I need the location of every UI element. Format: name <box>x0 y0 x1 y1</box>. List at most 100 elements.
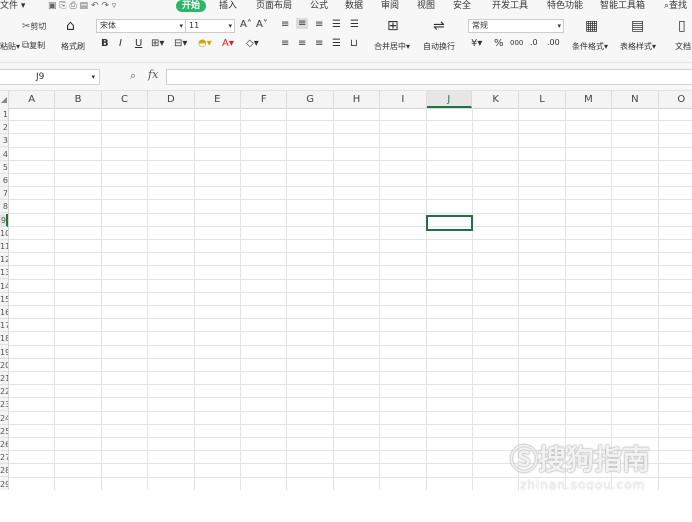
align-middle-icon[interactable]: ≡ <box>296 18 309 29</box>
undo-icon[interactable]: ↶ <box>91 1 99 11</box>
tab-smart-toolbox[interactable]: 智能工具箱 <box>600 0 645 12</box>
row-header-3[interactable]: 3 <box>0 134 8 148</box>
chevron-down-icon[interactable]: ▾ <box>91 70 95 84</box>
redo-icon[interactable]: ↷ <box>101 1 109 11</box>
row-header-19[interactable]: 19 <box>0 346 8 359</box>
copy-button[interactable]: ⧉复制 <box>22 40 45 51</box>
align-left-icon[interactable]: ≡ <box>281 38 289 49</box>
row-header-2[interactable]: 2 <box>0 121 8 135</box>
document-button[interactable]: 文档 <box>675 41 691 52</box>
function-icon[interactable]: fx <box>148 68 158 81</box>
format-painter-label[interactable]: 格式刷 <box>61 41 85 52</box>
row-header-28[interactable]: 28 <box>0 464 8 478</box>
italic-button[interactable]: I <box>119 38 122 49</box>
document-icon[interactable]: ▯ <box>678 18 686 34</box>
wrap-text-icon[interactable]: ⇌ <box>433 18 445 34</box>
conditional-format-button[interactable]: 条件格式▾ <box>572 41 608 52</box>
tab-formulas[interactable]: 公式 <box>310 0 328 12</box>
row-header-17[interactable]: 17 <box>0 319 8 333</box>
column-header-I[interactable]: I <box>380 91 427 108</box>
row-header-26[interactable]: 26 <box>0 438 8 451</box>
sheet-grid[interactable] <box>9 108 692 490</box>
align-bottom-icon[interactable]: ≡ <box>315 19 323 30</box>
underline-button[interactable]: U <box>135 38 142 49</box>
bold-button[interactable]: B <box>101 38 109 49</box>
align-top-icon[interactable]: ≡ <box>281 19 289 30</box>
selected-cell[interactable] <box>425 214 473 231</box>
column-header-L[interactable]: L <box>519 91 566 108</box>
column-header-H[interactable]: H <box>334 91 381 108</box>
column-header-B[interactable]: B <box>55 91 102 108</box>
indent-decrease-icon[interactable]: ☰ <box>332 19 341 30</box>
merge-center-icon[interactable]: ⊞ <box>387 18 399 34</box>
column-header-M[interactable]: M <box>566 91 613 108</box>
paste-button[interactable]: 粘贴▾ <box>0 41 20 52</box>
row-header-23[interactable]: 23 <box>0 398 8 412</box>
number-format-select[interactable]: 常规 ▾ <box>468 19 564 33</box>
fill-color-icon[interactable]: ◓▾ <box>198 38 212 49</box>
row-header-6[interactable]: 6 <box>0 174 8 187</box>
tab-data[interactable]: 数据 <box>345 0 363 12</box>
justify-icon[interactable]: ☰ <box>332 38 341 49</box>
decrease-decimal-icon[interactable]: .00 <box>547 38 560 47</box>
row-header-1[interactable]: 1 <box>0 108 8 121</box>
row-header-24[interactable]: 24 <box>0 412 8 425</box>
customize-icon[interactable]: ▿ <box>112 1 117 11</box>
tab-security[interactable]: 安全 <box>453 0 471 12</box>
row-header-29[interactable]: 29 <box>0 478 8 490</box>
search-button[interactable]: ⌕查找 <box>664 0 687 12</box>
currency-icon[interactable]: ¥▾ <box>471 38 482 49</box>
row-header-7[interactable]: 7 <box>0 187 8 201</box>
thousands-button[interactable]: 000 <box>510 39 523 47</box>
row-header-16[interactable]: 16 <box>0 306 8 319</box>
distributed-icon[interactable]: ⊔ <box>350 38 358 49</box>
decrease-font-icon[interactable]: A˅ <box>256 19 268 30</box>
column-header-A[interactable]: A <box>9 91 56 108</box>
cell-style-icon[interactable]: ⊟▾ <box>174 38 187 49</box>
column-header-G[interactable]: G <box>287 91 334 108</box>
increase-decimal-icon[interactable]: .0 <box>530 38 538 47</box>
name-box[interactable]: J9 ▾ <box>0 69 100 85</box>
zoom-lookup-icon[interactable]: ⌕ <box>130 69 136 83</box>
column-header-K[interactable]: K <box>473 91 520 108</box>
row-header-20[interactable]: 20 <box>0 359 8 372</box>
merge-center-button[interactable]: 合并居中▾ <box>374 41 410 52</box>
format-painter-icon[interactable]: ⌂ <box>66 18 75 34</box>
row-header-8[interactable]: 8 <box>0 200 8 214</box>
select-all-corner[interactable]: ◢ <box>0 91 9 108</box>
column-header-F[interactable]: F <box>241 91 288 108</box>
column-header-D[interactable]: D <box>148 91 195 108</box>
row-header-21[interactable]: 21 <box>0 372 8 385</box>
tab-developer[interactable]: 开发工具 <box>492 0 528 12</box>
align-center-icon[interactable]: ≡ <box>298 38 306 49</box>
row-header-18[interactable]: 18 <box>0 332 8 346</box>
tab-page-layout[interactable]: 页面布局 <box>256 0 292 12</box>
font-name-select[interactable]: 宋体 ▾ <box>96 19 186 33</box>
row-header-22[interactable]: 22 <box>0 385 8 399</box>
table-style-button[interactable]: 表格样式▾ <box>620 41 656 52</box>
clear-format-icon[interactable]: ◇▾ <box>246 38 259 49</box>
increase-font-icon[interactable]: A˄ <box>240 19 252 30</box>
cut-button[interactable]: ✂剪切 <box>22 21 46 32</box>
row-header-12[interactable]: 12 <box>0 253 8 267</box>
tab-features[interactable]: 特色功能 <box>547 0 583 12</box>
tab-insert[interactable]: 插入 <box>219 0 237 12</box>
row-header-25[interactable]: 25 <box>0 425 8 438</box>
align-right-icon[interactable]: ≡ <box>315 38 323 49</box>
save-icon[interactable]: ▣ <box>48 1 57 11</box>
tab-home[interactable]: 开始 <box>176 0 207 12</box>
column-header-N[interactable]: N <box>612 91 659 108</box>
font-size-select[interactable]: 11 ▾ <box>185 19 235 33</box>
column-header-C[interactable]: C <box>102 91 149 108</box>
row-header-4[interactable]: 4 <box>0 148 8 161</box>
formula-input[interactable] <box>166 69 692 85</box>
column-header-J[interactable]: J <box>426 91 472 108</box>
border-icon[interactable]: ⊞▾ <box>151 38 164 49</box>
row-header-10[interactable]: 10 <box>0 227 8 240</box>
open-icon[interactable]: ⎘ <box>59 1 66 11</box>
row-header-14[interactable]: 14 <box>0 280 8 293</box>
font-color-icon[interactable]: A▾ <box>222 38 234 49</box>
row-header-13[interactable]: 13 <box>0 266 8 280</box>
column-header-O[interactable]: O <box>659 91 692 108</box>
tab-review[interactable]: 审阅 <box>381 0 399 12</box>
